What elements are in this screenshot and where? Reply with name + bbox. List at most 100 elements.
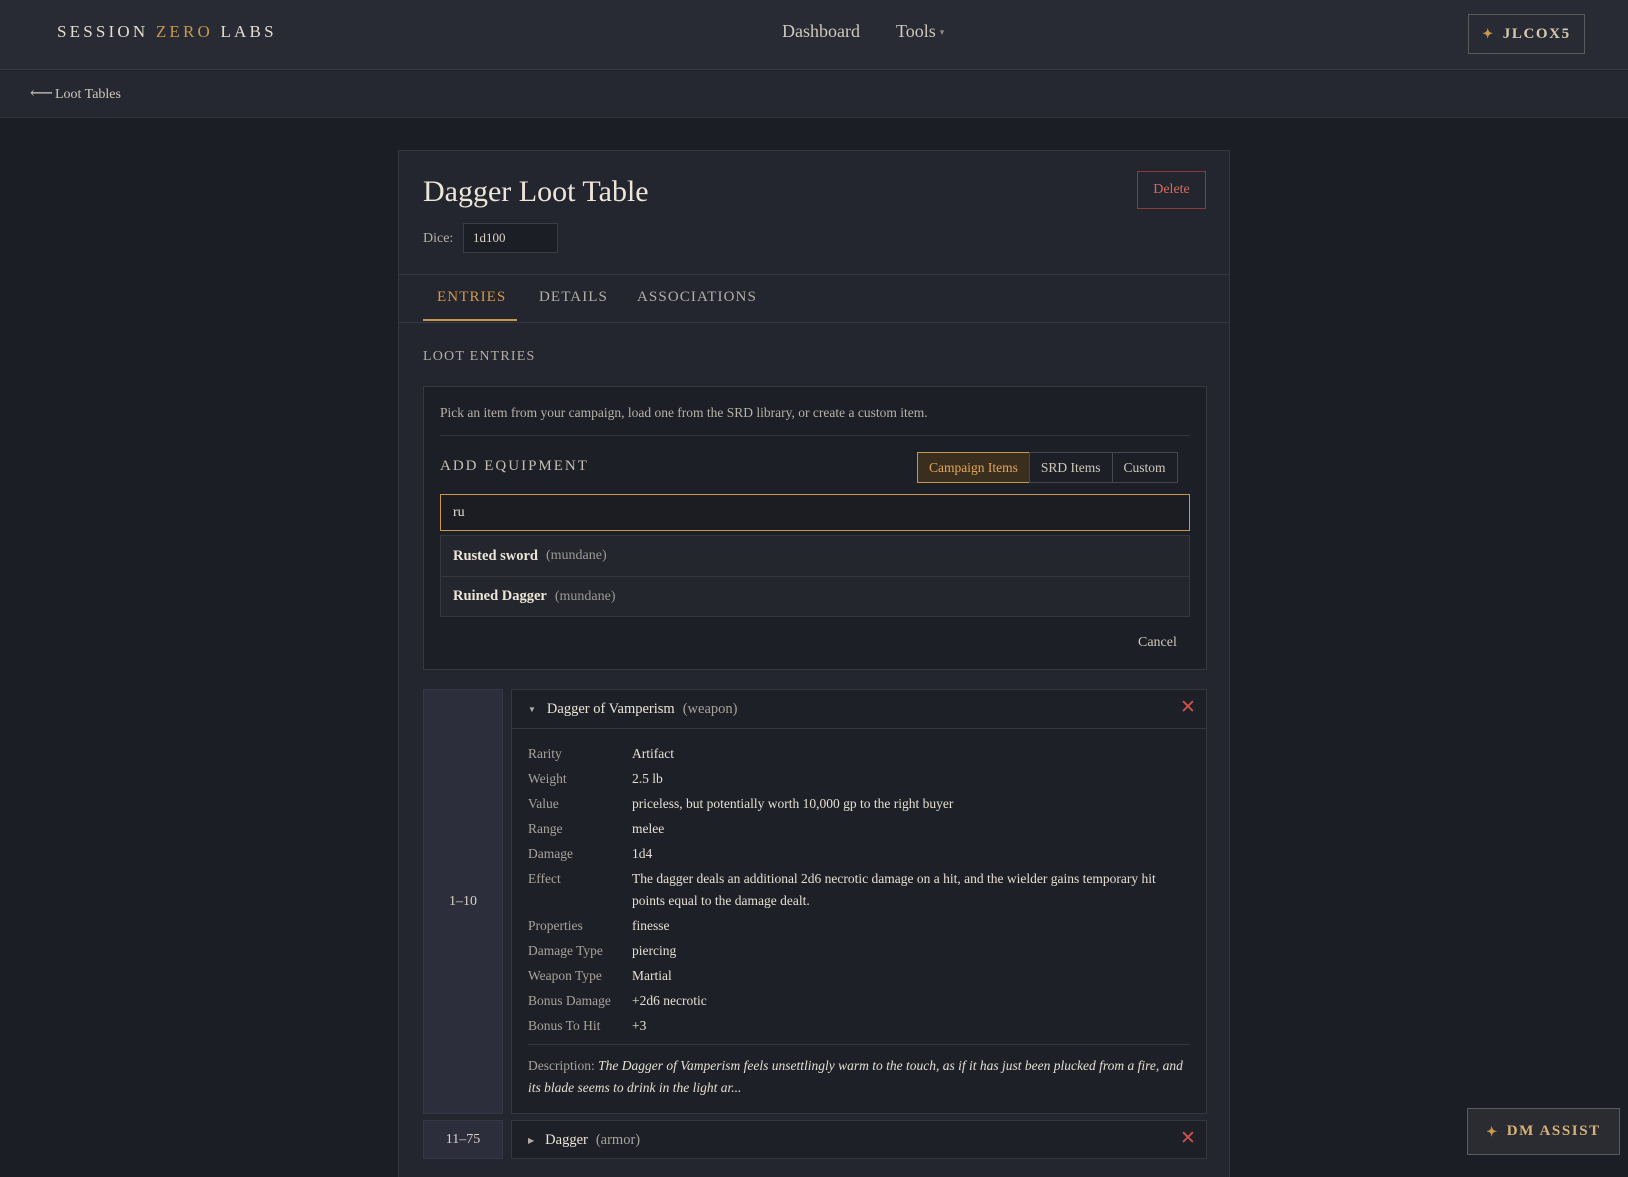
property-value: priceless, but potentially worth 10,000 … bbox=[632, 796, 954, 811]
property-row: Weapon Type Martial bbox=[528, 965, 1190, 987]
search-suggestions: Rusted sword (mundane) Ruined Dagger (mund… bbox=[440, 535, 1190, 617]
property-key: Value bbox=[528, 796, 559, 811]
property-row: Weight 2.5 lb bbox=[528, 768, 1190, 790]
entry-header[interactable]: ▶ Dagger (armor) ✕ bbox=[512, 1121, 1206, 1159]
close-icon[interactable]: ✕ bbox=[1180, 698, 1196, 717]
dm-assist-button[interactable]: ✦ DM ASSIST bbox=[1467, 1108, 1620, 1155]
loot-entry: ▶ Dagger (armor) ✕ bbox=[511, 1120, 1207, 1159]
main-nav: Dashboard Tools ▾ bbox=[782, 21, 944, 42]
brand-accent: ZERO bbox=[155, 22, 214, 41]
property-value: finesse bbox=[632, 918, 670, 933]
cancel-button[interactable]: Cancel bbox=[1138, 635, 1177, 651]
property-value: 1d4 bbox=[632, 846, 653, 861]
suggestion-name: Ruined Dagger bbox=[453, 588, 547, 604]
entry-name: Dagger bbox=[545, 1131, 588, 1148]
property-row: Range melee bbox=[528, 818, 1190, 840]
divider bbox=[440, 435, 1190, 436]
tab-entries[interactable]: ENTRIES bbox=[437, 289, 506, 306]
brand-part-2: LABS bbox=[213, 22, 277, 41]
breadcrumb-back-link[interactable]: ⟵ Loot Tables bbox=[30, 83, 121, 103]
add-equipment-label: ADD EQUIPMENT bbox=[440, 458, 589, 474]
property-key: Rarity bbox=[528, 746, 562, 761]
property-row: Effect The dagger deals an additional 2d6… bbox=[528, 868, 1190, 912]
user-name: JLCOX5 bbox=[1502, 25, 1571, 42]
section-title: LOOT ENTRIES bbox=[423, 349, 536, 364]
active-tab-indicator bbox=[423, 319, 517, 321]
property-value: 2.5 lb bbox=[632, 771, 663, 786]
property-value: Artifact bbox=[632, 746, 674, 761]
entry-name: Dagger of Vamperism bbox=[546, 700, 675, 717]
source-custom-button[interactable]: Custom bbox=[1111, 452, 1178, 483]
description-label: Description: bbox=[528, 1058, 595, 1073]
nav-tools-label: Tools bbox=[895, 21, 936, 41]
suggestion-tag: (mundane) bbox=[546, 548, 607, 563]
property-key: Damage bbox=[528, 846, 573, 861]
source-campaign-items-button[interactable]: Campaign Items bbox=[917, 452, 1030, 483]
divider bbox=[528, 1044, 1190, 1045]
loot-entry: ▼ Dagger of Vamperism (weapon) ✕ Rarity A… bbox=[511, 689, 1207, 1114]
dice-label: Dice: bbox=[423, 231, 454, 246]
entry-range: 11–75 bbox=[423, 1120, 503, 1159]
property-row: Value priceless, but potentially worth 10… bbox=[528, 793, 1190, 815]
delete-button[interactable]: Delete bbox=[1137, 171, 1206, 209]
card-header: Dagger Loot Table Delete Dice: bbox=[399, 151, 1229, 275]
source-srd-items-button[interactable]: SRD Items bbox=[1028, 452, 1113, 483]
description-text: The Dagger of Vamperism feels unsettling… bbox=[528, 1058, 1183, 1095]
property-row: Rarity Artifact bbox=[528, 743, 1190, 765]
property-key: Weapon Type bbox=[528, 968, 602, 983]
property-row: Damage 1d4 bbox=[528, 843, 1190, 865]
caret-right-icon: ▶ bbox=[528, 1135, 535, 1145]
suggestion-item[interactable]: Rusted sword (mundane) bbox=[441, 536, 1189, 576]
nav-dashboard[interactable]: Dashboard bbox=[782, 21, 860, 42]
property-value: +2d6 necrotic bbox=[632, 993, 707, 1008]
brand-part-1: SESSION bbox=[57, 22, 156, 41]
entry-description: Description: The Dagger of Vamperism fee… bbox=[528, 1055, 1190, 1099]
breadcrumb-label: Loot Tables bbox=[54, 87, 121, 102]
item-source-toggle: Campaign Items SRD Items Custom bbox=[917, 452, 1178, 483]
property-row: Bonus To Hit +3 bbox=[528, 1015, 1190, 1037]
nav-tools[interactable]: Tools ▾ bbox=[896, 21, 944, 42]
property-key: Bonus To Hit bbox=[528, 1018, 601, 1033]
entry-type-tag: (weapon) bbox=[682, 700, 738, 717]
suggestion-item[interactable]: Ruined Dagger (mundane) bbox=[441, 576, 1189, 616]
property-key: Weight bbox=[528, 771, 567, 786]
entry-range: 1–10 bbox=[423, 689, 503, 1114]
suggestion-tag: (mundane) bbox=[554, 588, 616, 604]
tab-bar: ENTRIES DETAILS ASSOCIATIONS bbox=[399, 275, 1229, 323]
suggestion-name: Rusted sword bbox=[453, 547, 538, 564]
loot-table-card: Dagger Loot Table Delete Dice: ENTRIES D… bbox=[398, 150, 1230, 1177]
property-key: Bonus Damage bbox=[528, 993, 611, 1008]
breadcrumb-bar: ⟵ Loot Tables bbox=[0, 71, 1628, 118]
user-menu-button[interactable]: ✦ JLCOX5 bbox=[1468, 14, 1585, 54]
entry-details: Rarity Artifact Weight 2.5 lb Value pricele… bbox=[512, 728, 1206, 1099]
property-value: +3 bbox=[632, 1018, 647, 1033]
brand-logo[interactable]: SESSION ZERO LABS bbox=[57, 22, 277, 42]
top-nav: SESSION ZERO LABS Dashboard Tools ▾ ✦ JLC… bbox=[0, 0, 1628, 70]
tab-associations[interactable]: ASSOCIATIONS bbox=[637, 289, 757, 306]
entry-header[interactable]: ▼ Dagger of Vamperism (weapon) ✕ bbox=[512, 690, 1206, 728]
property-value: The dagger deals an additional 2d6 necro… bbox=[632, 871, 1156, 908]
property-row: Damage Type piercing bbox=[528, 940, 1190, 962]
add-equipment-panel: Pick an item from your campaign, load on… bbox=[423, 386, 1207, 670]
dm-assist-label: DM ASSIST bbox=[1506, 1123, 1601, 1139]
property-value: melee bbox=[632, 821, 665, 836]
help-text: Pick an item from your campaign, load on… bbox=[440, 405, 928, 420]
property-value: piercing bbox=[632, 943, 677, 958]
entry-type-tag: (armor) bbox=[595, 1131, 641, 1148]
dice-input[interactable] bbox=[463, 223, 558, 253]
property-key: Effect bbox=[528, 871, 561, 886]
caret-down-icon: ▼ bbox=[528, 704, 536, 714]
arrow-left-icon: ⟵ bbox=[30, 85, 53, 102]
property-key: Properties bbox=[528, 918, 583, 933]
chevron-down-icon: ▾ bbox=[939, 27, 945, 38]
sparkle-icon: ✦ bbox=[1486, 1123, 1499, 1139]
page-title: Dagger Loot Table bbox=[423, 175, 649, 208]
property-row: Bonus Damage +2d6 necrotic bbox=[528, 990, 1190, 1012]
property-key: Damage Type bbox=[528, 943, 603, 958]
property-key: Range bbox=[528, 821, 563, 836]
item-search-input[interactable] bbox=[440, 494, 1190, 531]
close-icon[interactable]: ✕ bbox=[1180, 1129, 1196, 1148]
property-value: Martial bbox=[632, 968, 672, 983]
tab-details[interactable]: DETAILS bbox=[539, 289, 608, 306]
sparkle-icon: ✦ bbox=[1482, 26, 1495, 41]
